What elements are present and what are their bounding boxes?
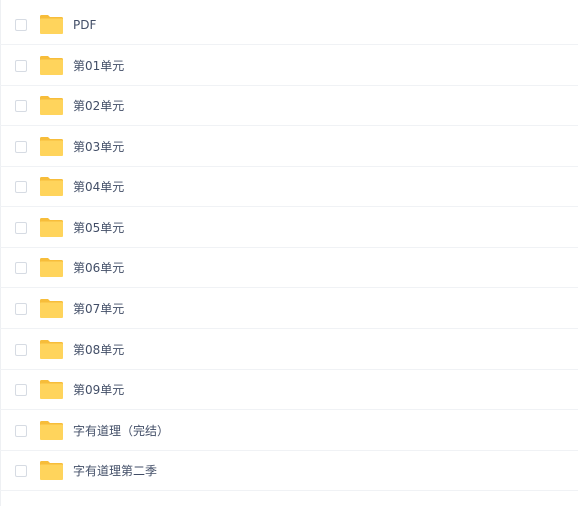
folder-icon: [40, 56, 63, 75]
list-item[interactable]: 第05单元: [0, 208, 578, 248]
folder-name[interactable]: 第01单元: [73, 57, 124, 74]
list-item[interactable]: 字有道理第二季: [0, 451, 578, 491]
row-checkbox[interactable]: [15, 221, 27, 234]
folder-icon: [40, 218, 63, 237]
folder-icon: [40, 15, 63, 34]
file-list: PDF 第01单元 第02单元 第03单元 第04单元 第05单元 第06单元 …: [0, 0, 578, 506]
row-checkbox[interactable]: [15, 302, 27, 315]
folder-name[interactable]: 第04单元: [73, 178, 124, 195]
row-checkbox[interactable]: [15, 261, 27, 274]
folder-name[interactable]: PDF: [73, 18, 96, 32]
folder-icon: [40, 299, 63, 318]
row-checkbox[interactable]: [15, 383, 27, 396]
folder-icon: [40, 340, 63, 359]
folder-name[interactable]: 字有道理第二季: [73, 462, 157, 479]
row-checkbox[interactable]: [15, 59, 27, 72]
list-item[interactable]: 第07单元: [0, 289, 578, 329]
folder-name[interactable]: 第02单元: [73, 97, 124, 114]
folder-icon: [40, 380, 63, 399]
row-checkbox[interactable]: [15, 464, 27, 477]
list-item[interactable]: 第03单元: [0, 127, 578, 167]
folder-name[interactable]: 字有道理（完结）: [73, 422, 169, 439]
folder-name[interactable]: 第07单元: [73, 300, 124, 317]
row-checkbox[interactable]: [15, 343, 27, 356]
list-item[interactable]: 第09单元: [0, 370, 578, 410]
folder-icon: [40, 421, 63, 440]
row-checkbox[interactable]: [15, 99, 27, 112]
folder-name[interactable]: 第05单元: [73, 219, 124, 236]
row-checkbox[interactable]: [15, 18, 27, 31]
list-item[interactable]: 第02单元: [0, 86, 578, 126]
folder-icon: [40, 258, 63, 277]
folder-icon: [40, 137, 63, 156]
list-item[interactable]: 第01单元: [0, 46, 578, 86]
list-item[interactable]: 第06单元: [0, 248, 578, 288]
list-item[interactable]: PDF: [0, 5, 578, 45]
folder-name[interactable]: 第06单元: [73, 259, 124, 276]
folder-name[interactable]: 第08单元: [73, 341, 124, 358]
row-checkbox[interactable]: [15, 180, 27, 193]
folder-icon: [40, 461, 63, 480]
list-item[interactable]: 第08单元: [0, 330, 578, 370]
row-checkbox[interactable]: [15, 140, 27, 153]
list-item[interactable]: 字有道理（完结）: [0, 411, 578, 451]
list-item[interactable]: 第04单元: [0, 167, 578, 207]
row-checkbox[interactable]: [15, 424, 27, 437]
folder-name[interactable]: 第03单元: [73, 138, 124, 155]
folder-icon: [40, 96, 63, 115]
folder-icon: [40, 177, 63, 196]
folder-name[interactable]: 第09单元: [73, 381, 124, 398]
